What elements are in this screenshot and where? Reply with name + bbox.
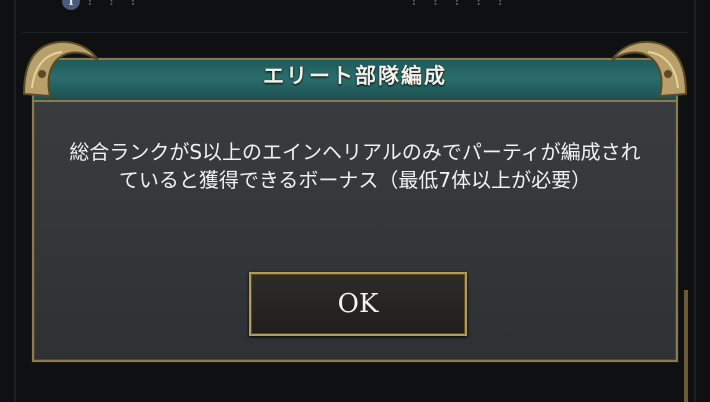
background-left-border bbox=[14, 0, 16, 402]
background-scrollbar bbox=[684, 290, 688, 402]
dialog-message: 総合ランクがS以上のエインヘリアルのみでパーティが編成されていると獲得できるボー… bbox=[69, 140, 641, 192]
dialog-title: エリート部隊編成 bbox=[263, 64, 447, 88]
dialog-header: エリート部隊編成 bbox=[34, 60, 676, 102]
ornament-corner-right-icon bbox=[611, 40, 688, 98]
background-row-right-text: ? ? ? ? ? bbox=[410, 0, 509, 9]
ornament-corner-left-icon bbox=[22, 40, 99, 98]
background-row-left-text: ? ? ? bbox=[86, 0, 142, 9]
info-icon: i bbox=[62, 0, 80, 10]
ok-button[interactable]: OK bbox=[249, 272, 467, 336]
elite-formation-dialog: エリート部隊編成 総合ランクがS以上のエインヘリアルのみでパーティが編成されてい… bbox=[22, 40, 688, 362]
background-right-border bbox=[694, 0, 696, 402]
background-row: i ? ? ? ? ? ? ? ? bbox=[22, 0, 688, 33]
